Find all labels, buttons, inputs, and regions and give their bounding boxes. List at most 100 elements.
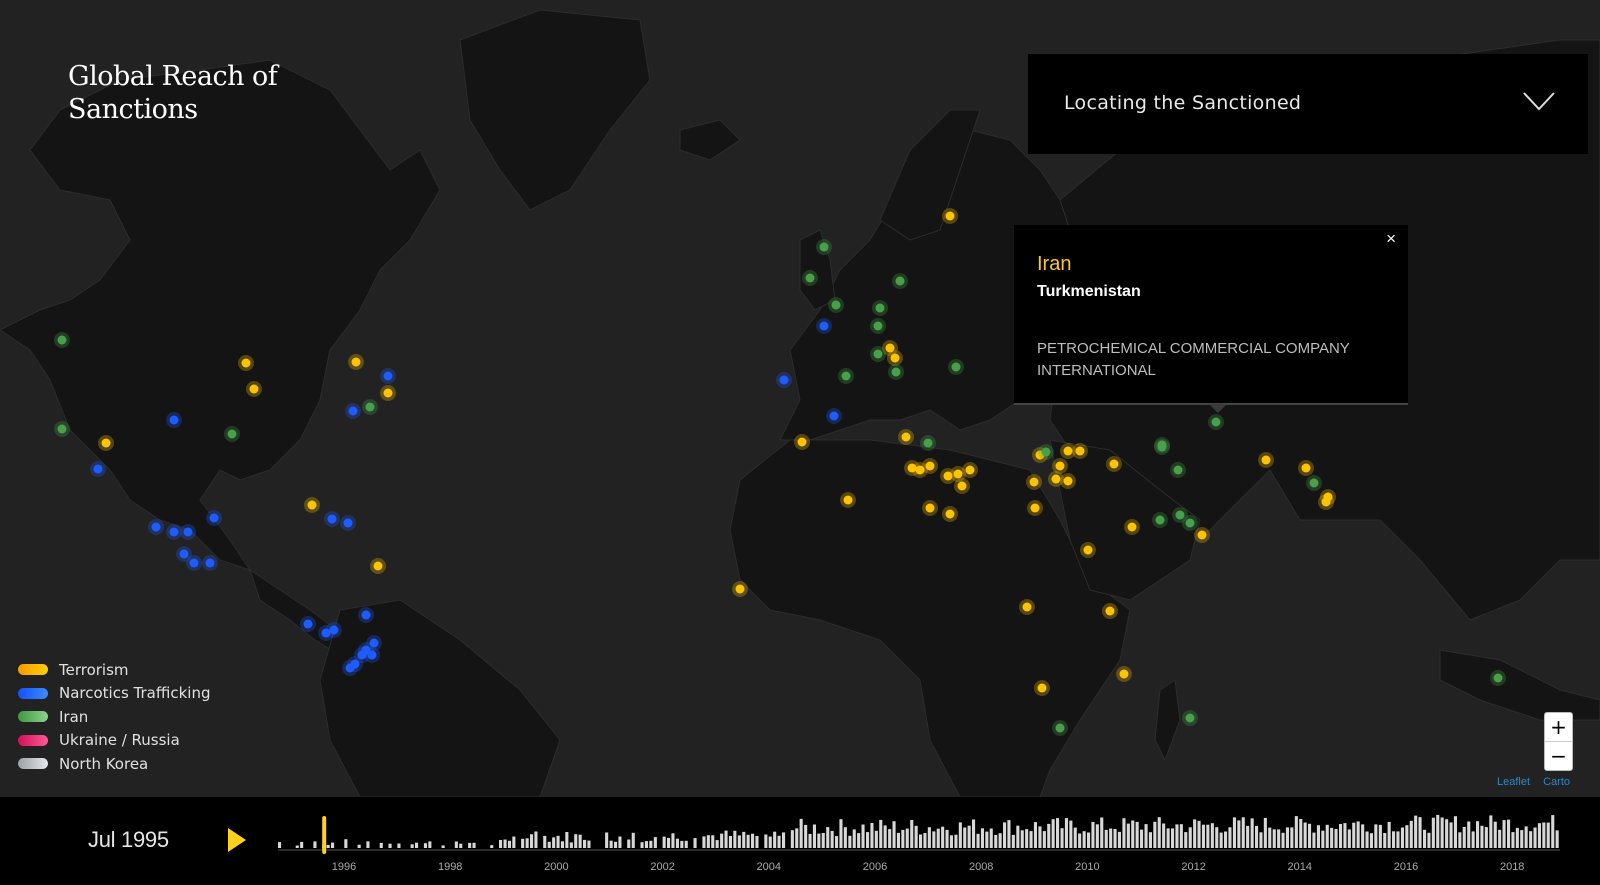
terrorism-marker[interactable] (1037, 683, 1047, 693)
iran-marker[interactable] (891, 367, 901, 377)
iran-marker[interactable] (1173, 465, 1183, 475)
iran-marker[interactable] (841, 371, 851, 381)
terrorism-marker[interactable] (1051, 474, 1061, 484)
terrorism-marker[interactable] (1321, 497, 1331, 507)
iran-marker[interactable] (873, 321, 883, 331)
terrorism-marker[interactable] (843, 495, 853, 505)
terrorism-marker[interactable] (1083, 545, 1093, 555)
narcotics-marker[interactable] (189, 558, 199, 568)
narcotics-marker[interactable] (345, 663, 355, 673)
terrorism-marker[interactable] (1197, 530, 1207, 540)
close-icon[interactable]: × (1386, 229, 1396, 249)
iran-marker[interactable] (1185, 713, 1195, 723)
terrorism-marker[interactable] (945, 509, 955, 519)
iran-marker[interactable] (1493, 673, 1503, 683)
iran-marker[interactable] (1041, 447, 1051, 457)
narcotics-marker[interactable] (183, 527, 193, 537)
story-dropdown[interactable]: Locating the Sanctioned (1028, 54, 1588, 154)
iran-marker[interactable] (1157, 442, 1167, 452)
iran-marker[interactable] (805, 273, 815, 283)
terrorism-marker[interactable] (351, 357, 361, 367)
narcotics-marker[interactable] (169, 527, 179, 537)
terrorism-marker[interactable] (383, 388, 393, 398)
iran-marker[interactable] (365, 402, 375, 412)
narcotics-marker[interactable] (348, 406, 358, 416)
timeline-bar-item (896, 832, 900, 848)
iran-marker[interactable] (227, 429, 237, 439)
iran-marker[interactable] (57, 424, 67, 434)
narcotics-marker[interactable] (819, 321, 829, 331)
iran-marker[interactable] (923, 438, 933, 448)
terrorism-marker[interactable] (925, 461, 935, 471)
terrorism-marker[interactable] (1055, 461, 1065, 471)
terrorism-marker[interactable] (735, 584, 745, 594)
iran-marker[interactable] (1309, 478, 1319, 488)
narcotics-marker[interactable] (179, 549, 189, 559)
terrorism-marker[interactable] (965, 465, 975, 475)
terrorism-marker[interactable] (1105, 606, 1115, 616)
narcotics-marker[interactable] (169, 415, 179, 425)
legend-item-north-korea[interactable]: North Korea (18, 752, 211, 776)
narcotics-marker[interactable] (829, 411, 839, 421)
timeline-histogram[interactable]: 1996 1998 2000 2002 2004 2006 2008 2010 2012 2014… (0, 797, 1600, 885)
terrorism-marker[interactable] (307, 500, 317, 510)
terrorism-marker[interactable] (1301, 463, 1311, 473)
terrorism-marker[interactable] (373, 561, 383, 571)
carto-link[interactable]: Carto (1543, 776, 1570, 788)
iran-marker[interactable] (1185, 518, 1195, 528)
zoom-out-button[interactable]: − (1545, 742, 1572, 771)
narcotics-marker[interactable] (361, 645, 371, 655)
terrorism-marker[interactable] (907, 463, 917, 473)
timeline-playhead[interactable] (322, 816, 327, 854)
terrorism-marker[interactable] (1119, 669, 1129, 679)
terrorism-marker[interactable] (1063, 446, 1073, 456)
iran-marker[interactable] (1175, 510, 1185, 520)
narcotics-marker[interactable] (93, 464, 103, 474)
narcotics-marker[interactable] (205, 558, 215, 568)
terrorism-marker[interactable] (953, 469, 963, 479)
terrorism-marker[interactable] (101, 438, 111, 448)
timeline-bar-item (1042, 831, 1046, 848)
iran-marker[interactable] (1211, 417, 1221, 427)
terrorism-marker[interactable] (901, 432, 911, 442)
iran-marker[interactable] (831, 300, 841, 310)
terrorism-marker[interactable] (1022, 602, 1032, 612)
terrorism-marker[interactable] (945, 211, 955, 221)
iran-marker[interactable] (1055, 723, 1065, 733)
narcotics-marker[interactable] (327, 514, 337, 524)
narcotics-marker[interactable] (343, 518, 353, 528)
leaflet-link[interactable]: Leaflet (1497, 776, 1530, 788)
legend-item-iran[interactable]: Iran (18, 705, 211, 729)
legend-item-narcotics[interactable]: Narcotics Trafficking (18, 682, 211, 706)
terrorism-marker[interactable] (1261, 455, 1271, 465)
narcotics-marker[interactable] (361, 610, 371, 620)
narcotics-marker[interactable] (779, 375, 789, 385)
iran-marker[interactable] (819, 242, 829, 252)
terrorism-marker[interactable] (249, 384, 259, 394)
legend-item-terrorism[interactable]: Terrorism (18, 658, 211, 682)
iran-marker[interactable] (951, 362, 961, 372)
narcotics-marker[interactable] (329, 625, 339, 635)
narcotics-marker[interactable] (383, 371, 393, 381)
zoom-in-button[interactable]: + (1545, 713, 1572, 742)
terrorism-marker[interactable] (1029, 477, 1039, 487)
terrorism-marker[interactable] (1109, 459, 1119, 469)
terrorism-marker[interactable] (957, 481, 967, 491)
terrorism-marker[interactable] (925, 503, 935, 513)
iran-marker[interactable] (1155, 515, 1165, 525)
narcotics-marker[interactable] (303, 619, 313, 629)
terrorism-marker[interactable] (797, 437, 807, 447)
terrorism-marker[interactable] (1127, 522, 1137, 532)
narcotics-marker[interactable] (209, 513, 219, 523)
iran-marker[interactable] (895, 276, 905, 286)
iran-marker[interactable] (875, 303, 885, 313)
terrorism-marker[interactable] (241, 358, 251, 368)
legend-item-ukraine-russia[interactable]: Ukraine / Russia (18, 729, 211, 753)
iran-marker[interactable] (873, 349, 883, 359)
terrorism-marker[interactable] (1063, 476, 1073, 486)
narcotics-marker[interactable] (151, 522, 161, 532)
terrorism-marker[interactable] (1075, 446, 1085, 456)
iran-marker[interactable] (57, 335, 67, 345)
terrorism-marker[interactable] (1030, 503, 1040, 513)
terrorism-marker[interactable] (890, 353, 900, 363)
